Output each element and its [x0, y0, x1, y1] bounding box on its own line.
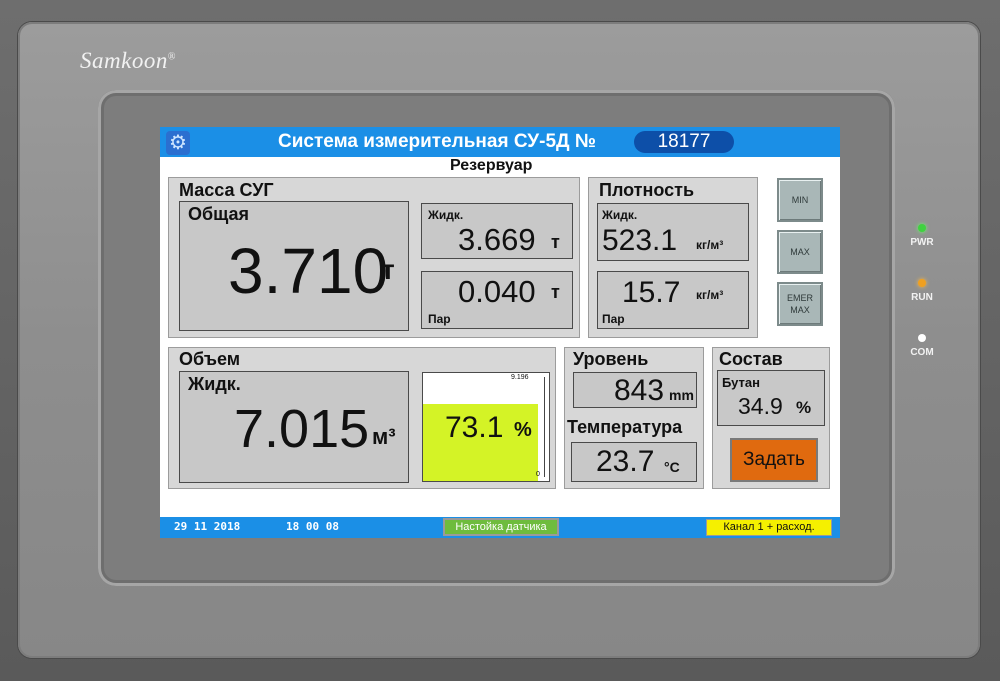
butane-unit: %	[796, 398, 812, 417]
volume-liquid-box: Жидк. 7.015 м³	[179, 371, 409, 483]
mass-total-value: 3.710	[228, 235, 389, 307]
density-vapor-label: Пар	[602, 312, 625, 326]
density-vapor-box: 15.7 кг/м³ Пар	[597, 271, 749, 329]
mass-liquid-label: Жидк.	[428, 208, 464, 222]
led-com: COM	[906, 334, 938, 358]
set-button[interactable]: Задать	[730, 438, 818, 482]
mass-liquid-value: 3.669	[458, 222, 536, 257]
max-button-label: MAX	[790, 247, 810, 257]
composition-title: Состав	[719, 349, 783, 369]
led-com-label: COM	[910, 347, 934, 358]
brand-registered-mark: ®	[167, 51, 176, 63]
led-run: RUN	[906, 279, 938, 303]
density-liquid-label: Жидк.	[602, 208, 638, 222]
volume-panel-title: Объем	[179, 349, 241, 369]
emer-max-button[interactable]: EMER MAX	[777, 282, 823, 326]
mass-liquid-box: Жидк. 3.669 т	[421, 203, 573, 259]
min-button-label: MIN	[791, 195, 809, 205]
level-box: 843 mm	[573, 372, 697, 408]
volume-fill-unit: %	[514, 419, 532, 441]
density-vapor-unit: кг/м³	[696, 288, 724, 302]
max-button[interactable]: MAX	[777, 230, 823, 274]
gauge-scale-min: 0	[536, 471, 540, 478]
status-time: 18 00 08	[286, 520, 339, 533]
mass-liquid-unit: т	[551, 232, 560, 252]
mass-total-unit: т	[381, 254, 395, 285]
temperature-value: 23.7	[596, 445, 655, 478]
led-pwr: PWR	[906, 224, 938, 248]
butane-label: Бутан	[722, 375, 761, 390]
mass-panel-title: Масса СУГ	[179, 180, 274, 200]
run-led-icon	[918, 279, 926, 287]
device-housing: Samkoon® PWR RUN COM ⚙ Система измерител…	[0, 0, 1000, 681]
channel-indicator[interactable]: Канал 1 + расход.	[706, 519, 832, 536]
volume-liquid-value: 7.015	[234, 399, 370, 459]
temperature-box: 23.7 °C	[571, 442, 697, 482]
mass-panel: Масса СУГ Общая 3.710 т Жидк. 3.669 т 0.…	[168, 177, 580, 338]
status-bar: 29 11 2018 18 00 08 Настойка датчика Кан…	[160, 517, 840, 538]
mass-total-label: Общая	[188, 204, 250, 224]
hmi-screen: ⚙ Система измерительная СУ-5Д № 18177 Ре…	[160, 127, 840, 538]
level-value: 843	[614, 374, 665, 407]
level-unit: mm	[669, 387, 694, 403]
volume-fill-gauge: 9.196 0 73.1 %	[422, 372, 550, 482]
mass-vapor-unit: т	[551, 282, 560, 302]
butane-box: Бутан 34.9 %	[717, 370, 825, 426]
gear-icon[interactable]: ⚙	[166, 131, 190, 155]
gauge-scale-max: 9.196	[511, 374, 529, 381]
butane-value: 34.9	[738, 393, 783, 419]
level-temperature-panel: Уровень 843 mm Температура 23.7 °C	[564, 347, 704, 489]
volume-fill-value: 73.1	[445, 411, 504, 444]
led-pwr-label: PWR	[910, 237, 934, 248]
volume-liquid-label: Жидк.	[188, 374, 241, 394]
emer-max-button-label-line2: MAX	[790, 305, 810, 315]
brand-logo: Samkoon®	[80, 48, 176, 74]
temperature-title: Температура	[567, 417, 683, 437]
com-led-icon	[918, 334, 926, 342]
density-liquid-box: Жидк. 523.1 кг/м³	[597, 203, 749, 261]
system-title: Система измерительная СУ-5Д №	[278, 131, 597, 152]
mass-total-box: Общая 3.710 т	[179, 201, 409, 331]
min-button[interactable]: MIN	[777, 178, 823, 222]
density-liquid-value: 523.1	[602, 224, 678, 257]
mass-vapor-value: 0.040	[458, 274, 536, 309]
serial-number: 18177	[634, 131, 734, 153]
title-bar: ⚙ Система измерительная СУ-5Д № 18177	[160, 127, 840, 157]
density-panel: Плотность Жидк. 523.1 кг/м³ 15.7 кг/м³ П…	[588, 177, 758, 338]
led-run-label: RUN	[911, 292, 933, 303]
status-date: 29 11 2018	[174, 520, 241, 533]
temperature-unit: °C	[664, 459, 680, 475]
brand-name: Samkoon	[80, 48, 168, 73]
density-panel-title: Плотность	[599, 180, 695, 200]
sensor-setup-button[interactable]: Настойка датчика	[443, 518, 559, 536]
pwr-led-icon	[918, 224, 926, 232]
density-liquid-unit: кг/м³	[696, 238, 724, 252]
mass-vapor-label: Пар	[428, 312, 451, 326]
density-vapor-value: 15.7	[622, 276, 681, 309]
volume-liquid-unit: м³	[372, 424, 396, 449]
gauge-scale-line	[544, 377, 545, 477]
mass-vapor-box: 0.040 т Пар	[421, 271, 573, 329]
level-title: Уровень	[573, 349, 649, 369]
emer-max-button-label-line1: EMER	[786, 293, 813, 303]
page-subtitle: Резервуар	[450, 157, 533, 174]
